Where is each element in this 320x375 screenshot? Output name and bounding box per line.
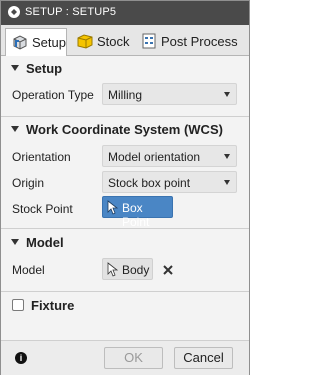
operation-type-value: Milling xyxy=(108,88,143,102)
tab-bar: Setup Stock Post Process xyxy=(1,25,249,56)
title-bar[interactable]: SETUP : SETUP5 xyxy=(1,1,249,25)
dropdown-arrow-icon xyxy=(224,154,230,159)
tab-stock-label: Stock xyxy=(97,34,130,49)
section-divider xyxy=(1,116,249,117)
settings-panel: Setup Operation Type Milling Work Coordi… xyxy=(1,56,249,340)
ok-button[interactable]: OK xyxy=(104,347,163,369)
window-title: SETUP : SETUP5 xyxy=(25,6,117,18)
cancel-button[interactable]: Cancel xyxy=(174,347,233,369)
operation-type-label: Operation Type xyxy=(12,88,94,102)
stock-box-icon xyxy=(76,32,94,50)
dialog-footer: i OK Cancel xyxy=(1,340,249,375)
orientation-label: Orientation xyxy=(12,150,71,164)
stock-point-selector[interactable]: Box Point xyxy=(102,196,173,229)
setup-dialog: SETUP : SETUP5 Setup Stock Post Process … xyxy=(0,0,250,375)
section-divider xyxy=(1,291,249,292)
stock-point-value: Box Point xyxy=(122,201,150,229)
tab-setup-label: Setup xyxy=(32,35,66,50)
dropdown-arrow-icon xyxy=(224,92,230,97)
setup-icon xyxy=(11,33,29,51)
model-selector[interactable]: Body xyxy=(102,258,153,280)
model-section-header[interactable]: Model xyxy=(1,233,249,253)
orientation-select[interactable]: Model orientation xyxy=(102,145,237,167)
orientation-value: Model orientation xyxy=(108,150,201,164)
tab-post-process-label: Post Process xyxy=(161,34,238,49)
clear-selection-icon[interactable] xyxy=(161,263,175,277)
cam-setup-icon xyxy=(8,6,20,18)
cursor-arrow-icon xyxy=(107,200,119,218)
model-value: Body xyxy=(122,263,150,277)
dropdown-arrow-icon xyxy=(224,180,230,185)
collapse-triangle-icon xyxy=(11,65,19,71)
cursor-arrow-icon xyxy=(107,262,119,280)
tab-setup[interactable]: Setup xyxy=(5,28,67,56)
origin-value: Stock box point xyxy=(108,176,191,190)
fixture-label: Fixture xyxy=(31,298,75,313)
collapse-triangle-icon xyxy=(11,239,19,245)
model-section-title: Model xyxy=(26,235,64,250)
collapse-triangle-icon xyxy=(11,126,19,132)
section-divider xyxy=(1,228,249,229)
tab-stock[interactable]: Stock xyxy=(71,28,131,55)
info-icon[interactable]: i xyxy=(15,352,27,364)
setup-section-title: Setup xyxy=(26,61,63,76)
post-process-icon xyxy=(140,32,158,50)
wcs-section-header[interactable]: Work Coordinate System (WCS) xyxy=(1,120,249,140)
tab-post-process[interactable]: Post Process xyxy=(135,28,241,55)
model-label: Model xyxy=(12,263,45,277)
fixture-checkbox[interactable] xyxy=(12,299,24,311)
origin-select[interactable]: Stock box point xyxy=(102,171,237,193)
wcs-section-title: Work Coordinate System (WCS) xyxy=(26,122,223,137)
setup-section-header[interactable]: Setup xyxy=(1,59,249,79)
operation-type-select[interactable]: Milling xyxy=(102,83,237,105)
origin-label: Origin xyxy=(12,176,45,190)
stock-point-label: Stock Point xyxy=(12,202,73,216)
